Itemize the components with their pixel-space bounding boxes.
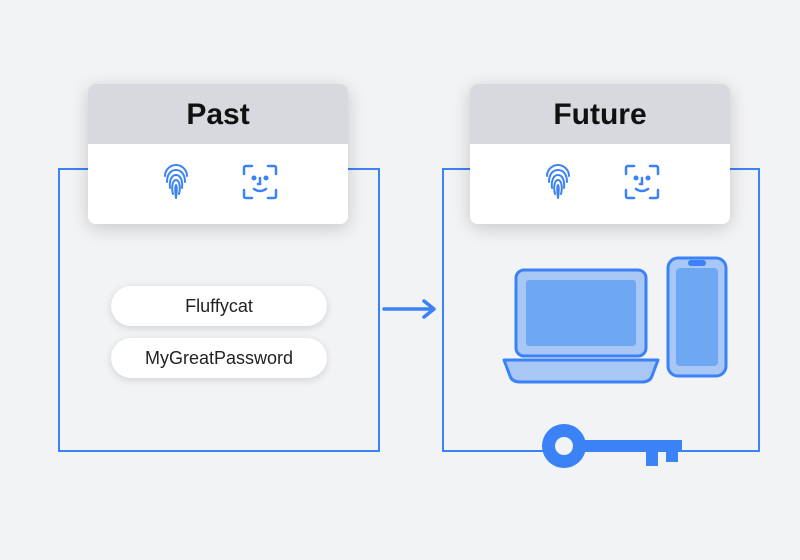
password-pill-2: MyGreatPassword bbox=[111, 338, 327, 378]
fingerprint-icon bbox=[156, 162, 196, 202]
laptop-icon bbox=[504, 270, 658, 382]
devices-illustration bbox=[498, 252, 732, 392]
arrow-right-icon bbox=[382, 299, 440, 319]
faceid-icon bbox=[240, 162, 280, 202]
future-card: Future bbox=[470, 84, 730, 224]
past-card: Past bbox=[88, 84, 348, 224]
password-text-2: MyGreatPassword bbox=[145, 348, 293, 369]
faceid-icon bbox=[622, 162, 662, 202]
past-title: Past bbox=[88, 84, 348, 144]
future-title: Future bbox=[470, 84, 730, 144]
past-biometric-icons bbox=[88, 144, 348, 224]
phone-icon bbox=[668, 258, 726, 376]
password-pill-1: Fluffycat bbox=[111, 286, 327, 326]
fingerprint-icon bbox=[538, 162, 578, 202]
password-text-1: Fluffycat bbox=[185, 296, 253, 317]
key-icon bbox=[538, 416, 688, 476]
future-biometric-icons bbox=[470, 144, 730, 224]
